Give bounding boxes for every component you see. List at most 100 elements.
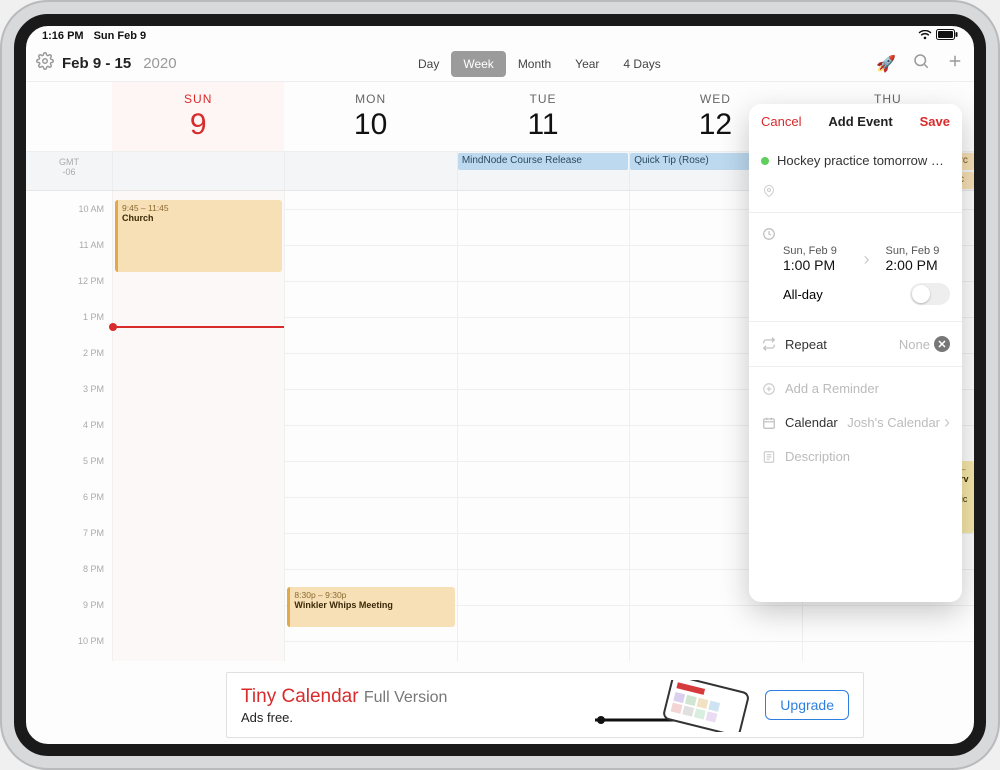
time-label: 6 PM — [83, 492, 104, 502]
day-header-tue[interactable]: TUE 11 — [457, 82, 629, 151]
start-time: 1:00 PM — [783, 257, 848, 273]
add-reminder-row[interactable]: Add a Reminder — [749, 373, 962, 404]
calendar-value: Josh's Calendar — [847, 415, 940, 430]
dow-label: TUE — [457, 92, 629, 106]
device-frame: 1:16 PM Sun Feb 9 Feb 9 - 15 2020 Day — [0, 0, 1000, 770]
ad-graphic — [595, 680, 755, 730]
gear-icon[interactable] — [36, 52, 54, 75]
time-label: 10 PM — [78, 636, 104, 646]
description-label: Description — [785, 449, 850, 464]
allday-cell[interactable] — [112, 152, 284, 171]
description-icon — [761, 450, 777, 464]
ad-suffix: Full Version — [364, 689, 448, 706]
day-header-mon[interactable]: MON 10 — [284, 82, 456, 151]
tab-4days[interactable]: 4 Days — [611, 51, 672, 77]
tab-year[interactable]: Year — [563, 51, 611, 77]
dom-label: 10 — [284, 108, 456, 142]
tz-offset: -06 — [26, 168, 112, 178]
end-time-picker[interactable]: Sun, Feb 9 2:00 PM — [886, 245, 951, 273]
dow-label: SUN — [112, 92, 284, 106]
time-label: 5 PM — [83, 456, 104, 466]
end-time: 2:00 PM — [886, 257, 951, 273]
save-button[interactable]: Save — [920, 114, 950, 129]
allday-cell[interactable] — [112, 171, 284, 190]
dom-label: 11 — [457, 108, 629, 142]
dom-label: 9 — [112, 108, 284, 142]
clock-icon — [761, 227, 777, 241]
allday-cell[interactable] — [284, 152, 456, 171]
date-year: 2020 — [143, 55, 176, 72]
timezone-label: GMT -06 — [26, 152, 112, 190]
tab-day[interactable]: Day — [406, 51, 451, 77]
allday-label: All-day — [783, 287, 823, 302]
view-segmented-control: Day Week Month Year 4 Days — [406, 51, 673, 77]
chevron-right-icon: › — [944, 412, 950, 433]
add-icon[interactable] — [946, 52, 964, 75]
date-range[interactable]: Feb 9 - 15 — [62, 55, 131, 72]
wifi-icon — [918, 30, 932, 43]
repeat-value: None — [899, 337, 930, 352]
screen: 1:16 PM Sun Feb 9 Feb 9 - 15 2020 Day — [14, 14, 986, 756]
location-pin-icon — [761, 184, 777, 198]
upsell-banner: Tiny Calendar Full Version Ads free. — [226, 672, 864, 738]
ad-brand: Tiny Calendar — [241, 686, 359, 707]
upgrade-button[interactable]: Upgrade — [765, 690, 849, 720]
time-label: 8 PM — [83, 564, 104, 574]
allday-cell[interactable]: MindNode Course Release — [457, 152, 629, 171]
allday-cell[interactable] — [457, 171, 629, 190]
clear-icon[interactable]: ✕ — [934, 336, 950, 352]
app-toolbar: Feb 9 - 15 2020 Day Week Month Year 4 Da… — [26, 46, 974, 82]
event-name: Church — [122, 213, 278, 223]
now-indicator — [113, 326, 284, 328]
event-whips[interactable]: 8:30p – 9:30p Winkler Whips Meeting — [287, 587, 454, 627]
day-col-tue[interactable] — [457, 191, 629, 661]
status-time: 1:16 PM — [42, 30, 84, 42]
status-bar: 1:16 PM Sun Feb 9 — [26, 26, 974, 46]
calendar-label: Calendar — [785, 415, 838, 430]
search-icon[interactable] — [912, 52, 930, 75]
start-time-picker[interactable]: Sun, Feb 9 1:00 PM — [783, 245, 848, 273]
repeat-row[interactable]: Repeat None ✕ — [749, 328, 962, 360]
calendar-row[interactable]: Calendar Josh's Calendar › — [749, 404, 962, 441]
cancel-button[interactable]: Cancel — [761, 114, 801, 129]
event-time: 9:45 – 11:45 — [122, 203, 278, 213]
day-header-gutter — [26, 82, 112, 151]
description-row[interactable]: Description — [749, 441, 962, 472]
time-label: 1 PM — [83, 312, 104, 322]
tab-week[interactable]: Week — [451, 51, 505, 77]
chevron-right-icon: › — [864, 249, 870, 270]
add-event-popover: Cancel Add Event Save Hockey practice to… — [749, 104, 962, 602]
time-label: 4 PM — [83, 420, 104, 430]
event-title-input[interactable]: Hockey practice tomorrow at 9:… — [777, 153, 950, 168]
time-label: 12 PM — [78, 276, 104, 286]
ad-title: Tiny Calendar Full Version — [241, 686, 585, 708]
time-label: 11 AM — [79, 240, 104, 250]
allday-cell[interactable] — [284, 171, 456, 190]
allday-event[interactable]: MindNode Course Release — [458, 153, 628, 170]
allday-toggle[interactable] — [910, 283, 950, 305]
event-name: Winkler Whips Meeting — [294, 600, 450, 610]
time-label: 7 PM — [83, 528, 104, 538]
start-date: Sun, Feb 9 — [783, 245, 848, 257]
tab-month[interactable]: Month — [506, 51, 563, 77]
event-time: 8:30p – 9:30p — [294, 590, 450, 600]
time-label: 2 PM — [83, 348, 104, 358]
plus-circle-icon — [761, 382, 777, 396]
day-col-mon[interactable]: 8:30p – 9:30p Winkler Whips Meeting — [284, 191, 456, 661]
popover-title: Add Event — [828, 114, 892, 129]
time-label: 9 PM — [83, 600, 104, 610]
end-date: Sun, Feb 9 — [886, 245, 951, 257]
day-col-sun[interactable]: 9:45 – 11:45 Church — [112, 191, 284, 661]
battery-icon — [936, 29, 958, 43]
repeat-icon — [761, 337, 777, 351]
time-gutter: 10 AM 11 AM 12 PM 1 PM 2 PM 3 PM 4 PM 5 … — [26, 191, 112, 661]
rocket-icon[interactable]: 🚀 — [876, 54, 896, 74]
event-church[interactable]: 9:45 – 11:45 Church — [115, 200, 282, 272]
day-header-sun[interactable]: SUN 9 — [112, 82, 284, 151]
status-date: Sun Feb 9 — [94, 30, 147, 42]
dow-label: MON — [284, 92, 456, 106]
reminder-label: Add a Reminder — [785, 381, 879, 396]
calendar-icon — [761, 416, 777, 430]
repeat-label: Repeat — [785, 337, 827, 352]
time-label: 10 AM — [78, 204, 104, 214]
